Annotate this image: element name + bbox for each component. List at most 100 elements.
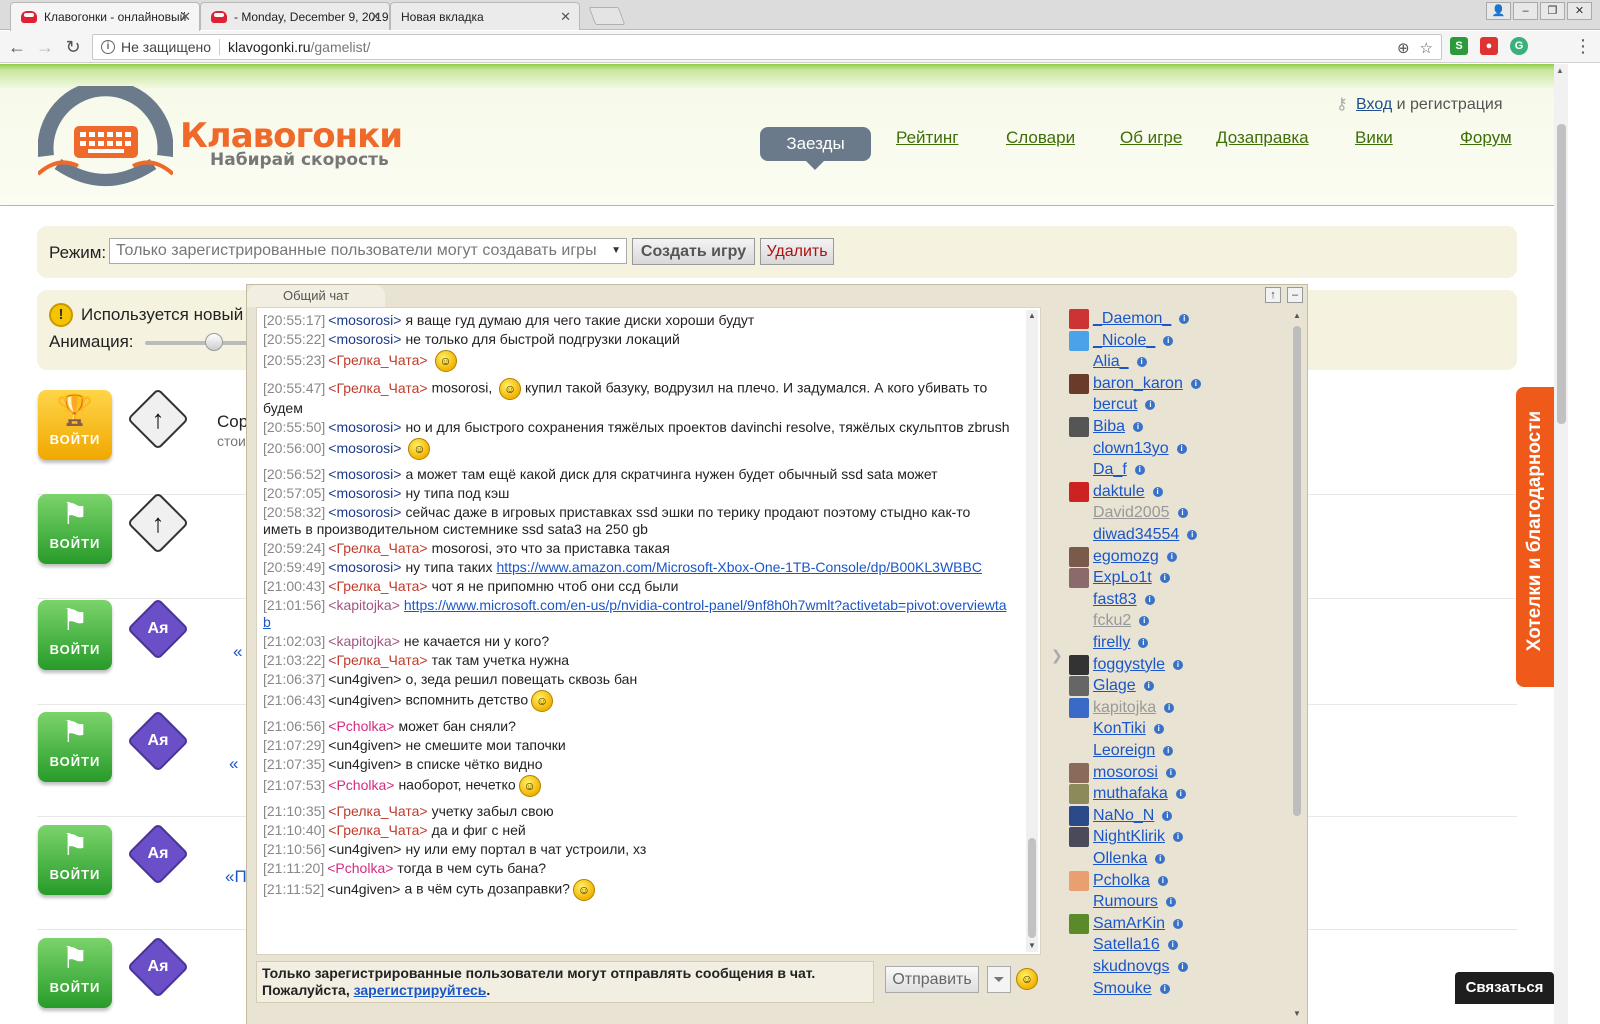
- user-info-icon[interactable]: i: [1159, 573, 1170, 584]
- message-author[interactable]: <mosorosi>: [328, 559, 401, 575]
- user-info-icon[interactable]: i: [1166, 551, 1177, 562]
- address-bar[interactable]: i Не защищено klavogonki.ru/gamelist/ ⊕ …: [92, 34, 1442, 60]
- message-author[interactable]: <Грелка_Чата>: [328, 803, 427, 819]
- chat-user[interactable]: kapitojka i: [1069, 697, 1175, 718]
- user-info-icon[interactable]: i: [1165, 897, 1176, 908]
- message-author[interactable]: <un4given>: [327, 881, 400, 897]
- message-author[interactable]: <Грелка_Чата>: [328, 652, 427, 668]
- user-info-icon[interactable]: i: [1173, 659, 1184, 670]
- game-description[interactable]: «П: [225, 867, 247, 887]
- user-name[interactable]: firelly: [1093, 634, 1130, 652]
- user-name[interactable]: Rumours: [1093, 893, 1158, 911]
- message-author[interactable]: <Pcholka>: [327, 860, 393, 876]
- user-name[interactable]: baron_karon: [1093, 375, 1183, 393]
- chat-user[interactable]: egomozg i: [1069, 546, 1177, 567]
- user-info-icon[interactable]: i: [1144, 594, 1155, 605]
- user-info-icon[interactable]: i: [1134, 465, 1145, 476]
- message-author[interactable]: <mosorosi>: [328, 419, 401, 435]
- message-author[interactable]: <mosorosi>: [328, 331, 401, 347]
- message-author[interactable]: <mosorosi>: [328, 440, 401, 456]
- animation-slider-track[interactable]: [145, 341, 255, 345]
- chat-scroll-thumb[interactable]: [1028, 838, 1036, 938]
- message-author[interactable]: <Грелка_Чата>: [328, 822, 427, 838]
- delete-button[interactable]: Удалить: [760, 238, 834, 265]
- back-arrow-icon[interactable]: ←: [6, 36, 28, 58]
- grammarly-icon[interactable]: G: [1510, 37, 1528, 55]
- user-name[interactable]: bercut: [1093, 396, 1137, 414]
- user-list-scrollbar[interactable]: ▲ ▼: [1290, 306, 1304, 1024]
- chat-splitter[interactable]: ❯: [1049, 307, 1063, 1024]
- user-name[interactable]: Alia_: [1093, 353, 1129, 371]
- page-scrollbar[interactable]: ▲: [1554, 64, 1568, 1024]
- chat-user[interactable]: baron_karon i: [1069, 373, 1201, 394]
- user-info-icon[interactable]: i: [1155, 854, 1166, 864]
- chat-user[interactable]: clown13yo i: [1069, 439, 1187, 459]
- message-author[interactable]: <Грелка_Чата>: [328, 380, 427, 396]
- chat-user[interactable]: Satella16 i: [1069, 935, 1178, 955]
- message-author[interactable]: <un4given>: [328, 692, 401, 708]
- scroll-down-icon[interactable]: ▼: [1026, 940, 1038, 952]
- enter-button[interactable]: ⚑ ВОЙТИ: [38, 600, 112, 670]
- profile-icon[interactable]: 👤: [1486, 2, 1511, 20]
- chat-user[interactable]: ExpLo1t i: [1069, 568, 1170, 589]
- chat-user[interactable]: fcku2 i: [1069, 611, 1150, 631]
- user-info-icon[interactable]: i: [1159, 983, 1170, 994]
- nav-races[interactable]: Заезды: [760, 127, 871, 170]
- message-author[interactable]: <Грелка_Чата>: [328, 540, 427, 556]
- nav-dictionaries[interactable]: Словари: [1006, 128, 1075, 148]
- user-info-icon[interactable]: i: [1179, 314, 1190, 324]
- user-name[interactable]: skudnovgs: [1093, 958, 1170, 976]
- enter-button[interactable]: ⚑ ВОЙТИ: [38, 712, 112, 782]
- user-info-icon[interactable]: i: [1139, 616, 1150, 627]
- chat-user[interactable]: skudnovgs i: [1069, 957, 1188, 977]
- user-info-icon[interactable]: i: [1162, 810, 1173, 821]
- user-info-icon[interactable]: i: [1190, 378, 1201, 389]
- smiley-icon[interactable]: ☺: [1016, 968, 1038, 990]
- scroll-up-icon[interactable]: ▲: [1026, 310, 1038, 322]
- chat-user[interactable]: Leoreign i: [1069, 741, 1174, 761]
- user-info-icon[interactable]: i: [1177, 508, 1188, 519]
- message-link[interactable]: https://www.amazon.com/Microsoft-Xbox-On…: [496, 559, 982, 575]
- nav-wiki[interactable]: Вики: [1355, 128, 1393, 148]
- user-info-icon[interactable]: i: [1145, 400, 1156, 411]
- info-icon[interactable]: i: [101, 40, 115, 54]
- game-description[interactable]: «: [229, 754, 238, 774]
- chat-user[interactable]: firelly i: [1069, 633, 1149, 653]
- enter-button[interactable]: 🏆 ВОЙТИ: [38, 390, 112, 460]
- user-info-icon[interactable]: i: [1133, 422, 1144, 432]
- user-info-icon[interactable]: i: [1177, 962, 1188, 972]
- chat-user[interactable]: _Daemon_ i: [1069, 309, 1190, 329]
- enter-button[interactable]: ⚑ ВОЙТИ: [38, 938, 112, 1008]
- browser-tab-new[interactable]: Новая вкладка ✕: [390, 2, 580, 30]
- user-name[interactable]: daktule: [1093, 483, 1145, 501]
- wishes-feedback-tab[interactable]: Хотелки и благодарности: [1516, 387, 1554, 687]
- browser-tab-date[interactable]: - Monday, December 9, 2019 ✕: [200, 2, 390, 30]
- user-name[interactable]: fcku2: [1093, 612, 1131, 630]
- filter-icon[interactable]: ⏷: [987, 966, 1011, 993]
- login-link[interactable]: Вход: [1356, 96, 1392, 113]
- register-link[interactable]: зарегистрируйтесь: [354, 982, 487, 998]
- nav-refuel[interactable]: Дозаправка: [1216, 128, 1309, 148]
- send-button[interactable]: Отправить: [885, 966, 979, 993]
- message-author[interactable]: <mosorosi>: [328, 466, 401, 482]
- zoom-icon[interactable]: ⊕: [1397, 39, 1410, 57]
- minimize-icon[interactable]: –: [1287, 287, 1303, 303]
- user-name[interactable]: fast83: [1093, 591, 1137, 609]
- user-name[interactable]: clown13yo: [1093, 440, 1169, 458]
- user-info-icon[interactable]: i: [1153, 724, 1164, 735]
- close-icon[interactable]: ✕: [370, 9, 381, 25]
- message-author[interactable]: <Pcholka>: [328, 718, 394, 734]
- chat-scrollbar[interactable]: ▲ ▼: [1026, 310, 1038, 952]
- user-name[interactable]: muthafaka: [1093, 785, 1168, 803]
- user-info-icon[interactable]: i: [1187, 530, 1198, 540]
- nav-about[interactable]: Об игре: [1120, 128, 1182, 148]
- user-info-icon[interactable]: i: [1165, 767, 1176, 778]
- browser-menu-icon[interactable]: ⋮: [1574, 36, 1592, 56]
- message-author[interactable]: <un4given>: [328, 756, 401, 772]
- user-info-icon[interactable]: i: [1173, 832, 1184, 843]
- chat-user[interactable]: daktule i: [1069, 481, 1163, 502]
- user-name[interactable]: _Nicole_: [1093, 332, 1155, 350]
- message-author[interactable]: <Грелка_Чата>: [328, 578, 427, 594]
- chat-user[interactable]: Da_f i: [1069, 460, 1145, 480]
- maximize-icon[interactable]: ❐: [1540, 2, 1565, 20]
